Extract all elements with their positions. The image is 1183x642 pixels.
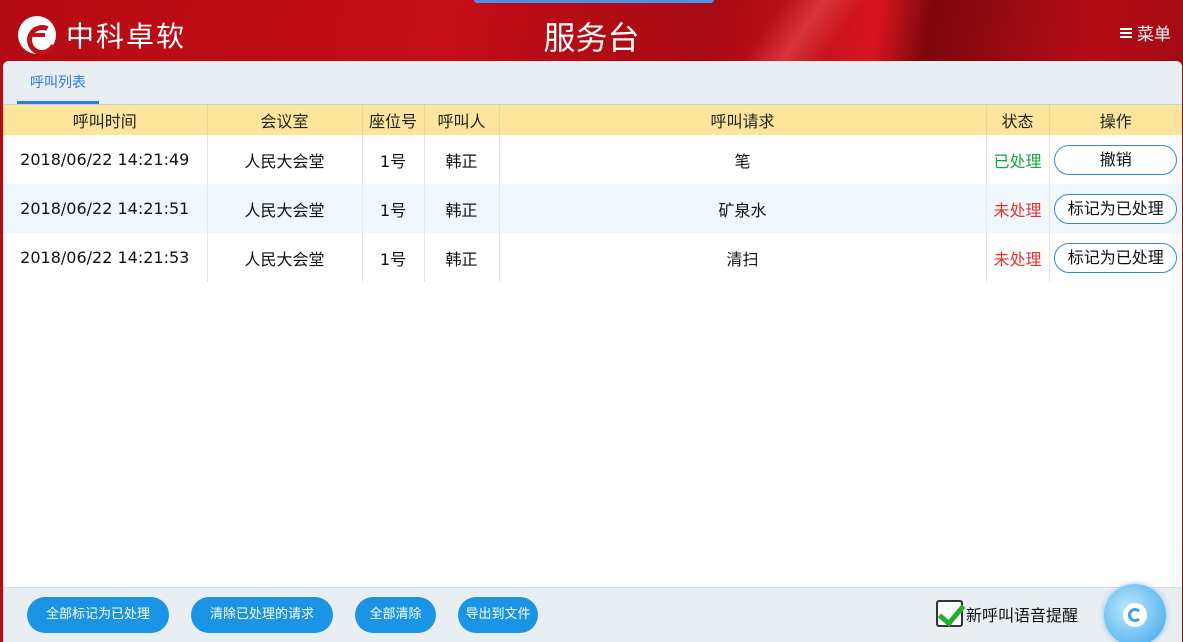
column-header-caller: 呼叫人 [424, 105, 500, 135]
mark-all-processed-button[interactable]: 全部标记为已处理 [27, 597, 169, 633]
table-header-row: 呼叫时间 会议室 座位号 呼叫人 呼叫请求 状态 操作 [3, 105, 1182, 135]
export-button[interactable]: 导出到文件 [458, 597, 538, 633]
column-header-room: 会议室 [207, 105, 363, 135]
call-request: 清扫 [499, 233, 987, 282]
column-header-time: 呼叫时间 [3, 105, 208, 135]
table-row: 2018/06/22 14:21:49 人民大会堂 1号 韩正 笔 已处理 撤销 [3, 135, 1182, 184]
status-badge: 未处理 [986, 184, 1050, 233]
table-row: 2018/06/22 14:21:51 人民大会堂 1号 韩正 矿泉水 未处理 … [3, 184, 1182, 233]
column-header-action: 操作 [1049, 105, 1182, 135]
call-time: 2018/06/22 14:21:53 [3, 233, 208, 282]
hamburger-icon [1120, 27, 1132, 39]
undo-button[interactable]: 撤销 [1054, 144, 1178, 175]
column-header-request: 呼叫请求 [499, 105, 987, 135]
caller-name: 韩正 [424, 135, 500, 184]
meeting-room: 人民大会堂 [207, 233, 363, 282]
voice-alert-toggle[interactable]: 新呼叫语音提醒 [936, 600, 1078, 627]
seat-number: 1号 [362, 233, 425, 282]
status-badge: 已处理 [986, 135, 1050, 184]
call-request: 笔 [499, 135, 987, 184]
title-bar: 中科卓软 服务台 菜单 [0, 0, 1183, 90]
voice-alert-checkbox[interactable] [936, 600, 963, 627]
main-panel: 呼叫列表 呼叫时间 会议室 座位号 呼叫人 呼叫请求 状态 操作 2018/06… [3, 61, 1182, 642]
mark-processed-button[interactable]: 标记为已处理 [1054, 242, 1178, 273]
caller-name: 韩正 [424, 184, 500, 233]
header-notch [474, 0, 714, 3]
status-badge: 未处理 [986, 233, 1050, 282]
seat-number: 1号 [362, 184, 425, 233]
call-table: 呼叫时间 会议室 座位号 呼叫人 呼叫请求 状态 操作 2018/06/22 1… [3, 105, 1182, 282]
meeting-room: 人民大会堂 [207, 184, 363, 233]
floating-logo-icon[interactable] [1104, 584, 1166, 642]
table-row: 2018/06/22 14:21:53 人民大会堂 1号 韩正 清扫 未处理 标… [3, 233, 1182, 282]
column-header-status: 状态 [986, 105, 1050, 135]
column-header-seat: 座位号 [362, 105, 425, 135]
meeting-room: 人民大会堂 [207, 135, 363, 184]
call-time: 2018/06/22 14:21:49 [3, 135, 208, 184]
footer-toolbar: 全部标记为已处理 清除已处理的请求 全部清除 导出到文件 新呼叫语音提醒 [3, 587, 1182, 642]
action-cell: 标记为已处理 [1049, 233, 1182, 282]
mark-processed-button[interactable]: 标记为已处理 [1054, 193, 1178, 224]
call-time: 2018/06/22 14:21:51 [3, 184, 208, 233]
voice-alert-label: 新呼叫语音提醒 [966, 605, 1079, 625]
page-title: 服务台 [543, 19, 640, 57]
tab-call-list[interactable]: 呼叫列表 [17, 61, 99, 104]
caller-name: 韩正 [424, 233, 500, 282]
call-request: 矿泉水 [499, 184, 987, 233]
clear-all-button[interactable]: 全部清除 [355, 597, 436, 633]
clear-processed-button[interactable]: 清除已处理的请求 [191, 597, 333, 633]
tab-bar: 呼叫列表 [3, 61, 1182, 105]
seat-number: 1号 [362, 135, 425, 184]
action-cell: 标记为已处理 [1049, 184, 1182, 233]
menu-button[interactable]: 菜单 [1120, 20, 1171, 45]
menu-label: 菜单 [1137, 25, 1171, 45]
action-cell: 撤销 [1049, 135, 1182, 184]
